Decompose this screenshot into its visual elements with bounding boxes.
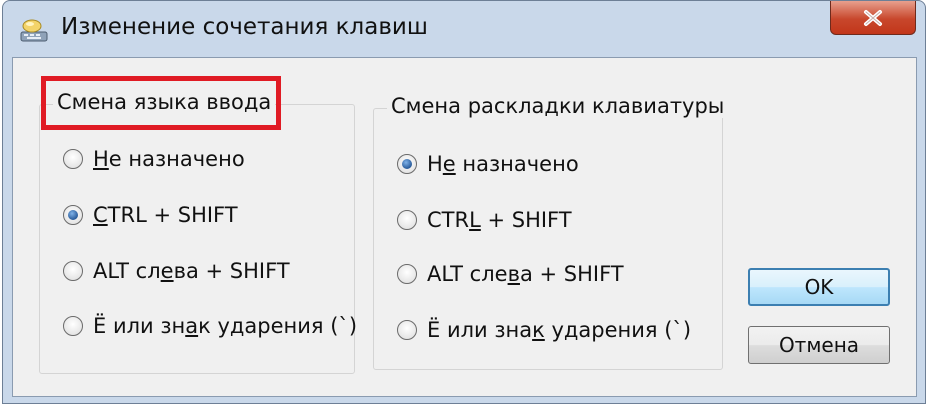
cancel-button[interactable]: Отмена <box>748 326 890 364</box>
radio-input-lang-not-assigned[interactable]: Не назначено <box>63 147 245 171</box>
red-highlight-box <box>41 76 281 130</box>
radio-button[interactable] <box>63 261 83 281</box>
radio-layout-ctrl-shift[interactable]: CTRL + SHIFT <box>397 208 572 232</box>
radio-label: ALT слева + SHIFT <box>427 262 624 286</box>
close-button[interactable] <box>830 1 916 35</box>
radio-label: Не назначено <box>427 152 579 176</box>
radio-button[interactable] <box>397 154 417 174</box>
radio-button[interactable] <box>63 316 83 336</box>
radio-input-lang-grave-accent[interactable]: Ё или знак ударения (`) <box>63 314 357 338</box>
radio-label: Ё или знак ударения (`) <box>93 314 358 338</box>
radio-label: ALT слева + SHIFT <box>93 259 290 283</box>
radio-layout-grave-accent[interactable]: Ё или знак ударения (`) <box>397 318 691 342</box>
radio-label: Ё или знак ударения (`) <box>427 318 692 342</box>
radio-button[interactable] <box>397 210 417 230</box>
radio-layout-not-assigned[interactable]: Не назначено <box>397 152 579 176</box>
window-title: Изменение сочетания клавиш <box>61 14 428 40</box>
radio-button[interactable] <box>63 149 83 169</box>
title-bar[interactable]: Изменение сочетания клавиш <box>3 1 925 57</box>
dialog-window: Изменение сочетания клавиш Смена языка в… <box>2 0 926 404</box>
dialog-client-area: Смена языка ввода Не назначено CTRL + SH… <box>12 57 917 397</box>
keyboard-icon <box>20 19 48 42</box>
radio-layout-left-alt-shift[interactable]: ALT слева + SHIFT <box>397 262 624 286</box>
radio-label: Не назначено <box>93 147 245 171</box>
radio-label: CTRL + SHIFT <box>93 203 238 227</box>
radio-button[interactable] <box>397 320 417 340</box>
close-x-icon <box>864 9 882 26</box>
radio-button[interactable] <box>397 264 417 284</box>
ok-button[interactable]: OK <box>748 268 890 306</box>
keyboard-layout-group-title: Смена раскладки клавиатуры <box>387 94 729 118</box>
radio-input-lang-ctrl-shift[interactable]: CTRL + SHIFT <box>63 203 238 227</box>
radio-input-lang-left-alt-shift[interactable]: ALT слева + SHIFT <box>63 259 290 283</box>
radio-button[interactable] <box>63 205 83 225</box>
radio-label: CTRL + SHIFT <box>427 208 572 232</box>
